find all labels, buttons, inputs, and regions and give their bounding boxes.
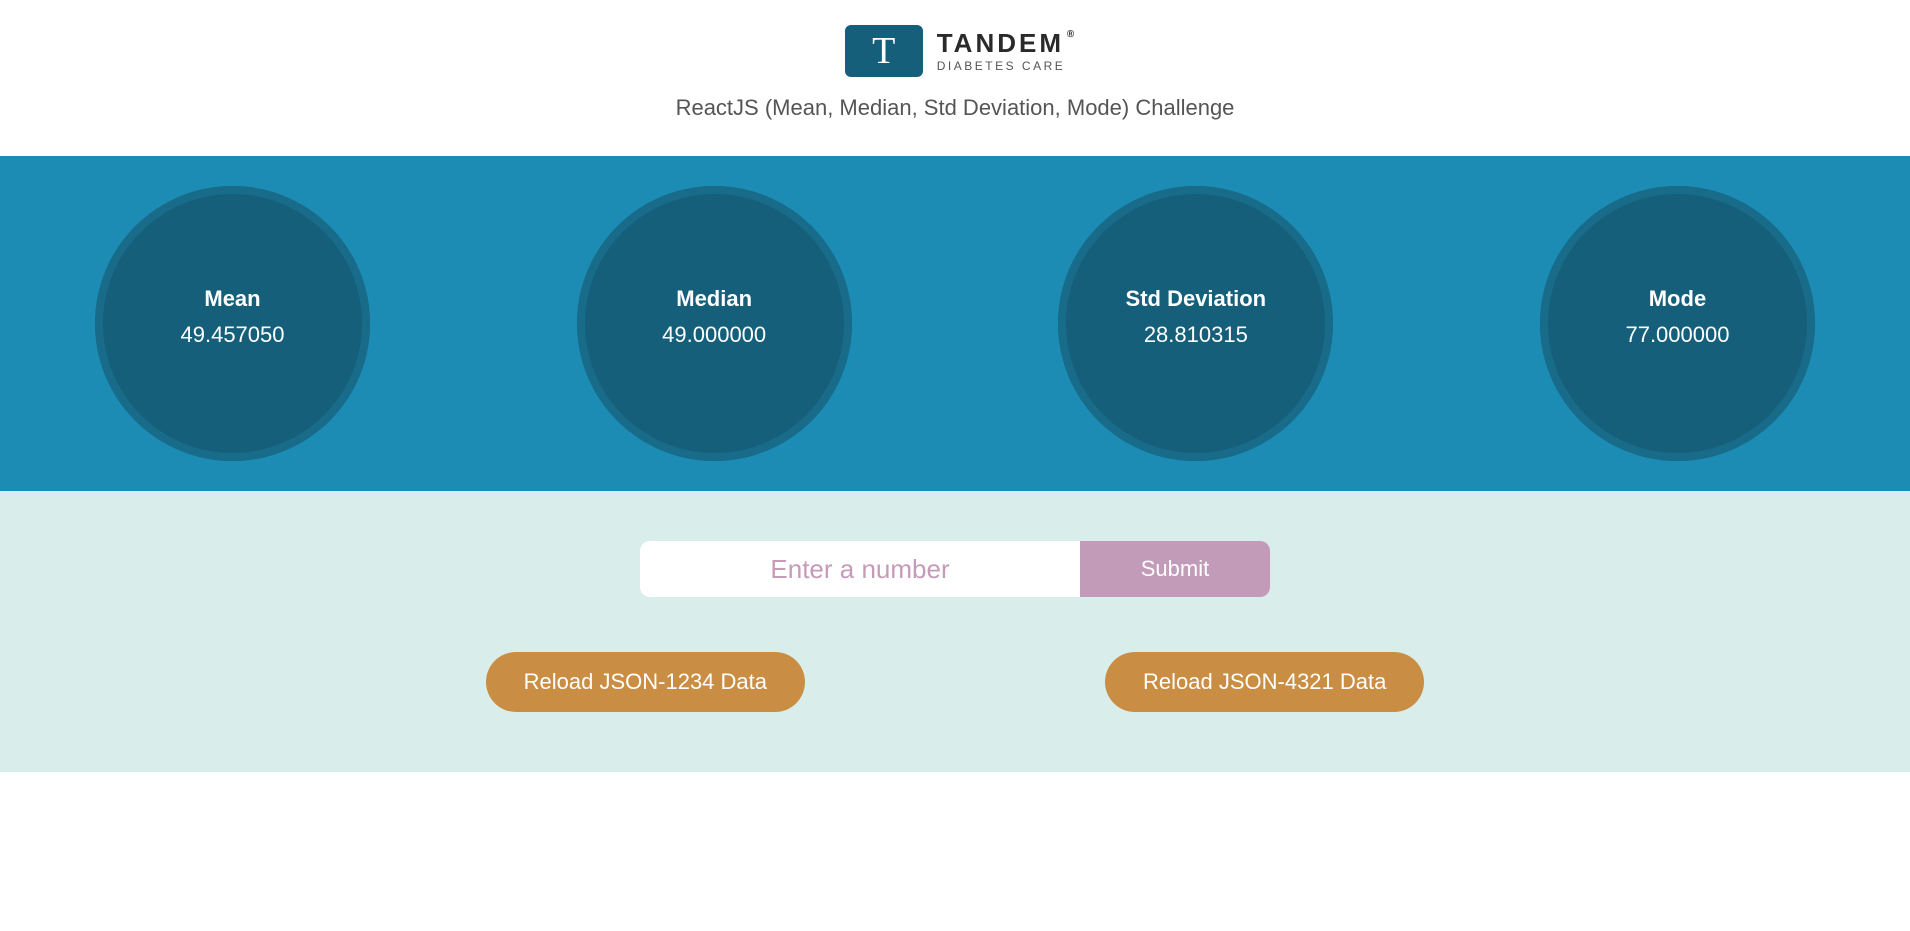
stat-mean-label: Mean (204, 286, 260, 312)
submit-button[interactable]: Submit (1080, 541, 1270, 597)
stat-mode: Mode 77.000000 (1540, 186, 1815, 461)
logo-main-text: TANDEM (937, 30, 1066, 56)
stat-std-deviation: Std Deviation 28.810315 (1058, 186, 1333, 461)
stats-band: Mean 49.457050 Median 49.000000 Std Devi… (0, 156, 1910, 491)
header: T TANDEM DIABETES CARE ReactJS (Mean, Me… (0, 0, 1910, 156)
number-input[interactable] (640, 541, 1080, 597)
logo-text: TANDEM DIABETES CARE (937, 30, 1066, 72)
reload-json-1234-button[interactable]: Reload JSON-1234 Data (486, 652, 805, 712)
stat-mean-value: 49.457050 (181, 322, 285, 348)
logo-icon: T (845, 25, 923, 77)
logo: T TANDEM DIABETES CARE (845, 25, 1066, 77)
stat-median: Median 49.000000 (577, 186, 852, 461)
stat-mean: Mean 49.457050 (95, 186, 370, 461)
input-row: Submit (640, 541, 1270, 597)
stat-median-label: Median (676, 286, 752, 312)
reload-row: Reload JSON-1234 Data Reload JSON-4321 D… (486, 652, 1425, 712)
reload-json-4321-button[interactable]: Reload JSON-4321 Data (1105, 652, 1424, 712)
logo-sub-text: DIABETES CARE (937, 60, 1066, 72)
stat-mode-label: Mode (1649, 286, 1706, 312)
stat-median-value: 49.000000 (662, 322, 766, 348)
logo-t-icon: T (872, 29, 895, 73)
page-subtitle: ReactJS (Mean, Median, Std Deviation, Mo… (676, 95, 1235, 121)
stat-mode-value: 77.000000 (1625, 322, 1729, 348)
controls-band: Submit Reload JSON-1234 Data Reload JSON… (0, 491, 1910, 772)
stat-std-deviation-label: Std Deviation (1126, 286, 1267, 312)
stat-std-deviation-value: 28.810315 (1144, 322, 1248, 348)
